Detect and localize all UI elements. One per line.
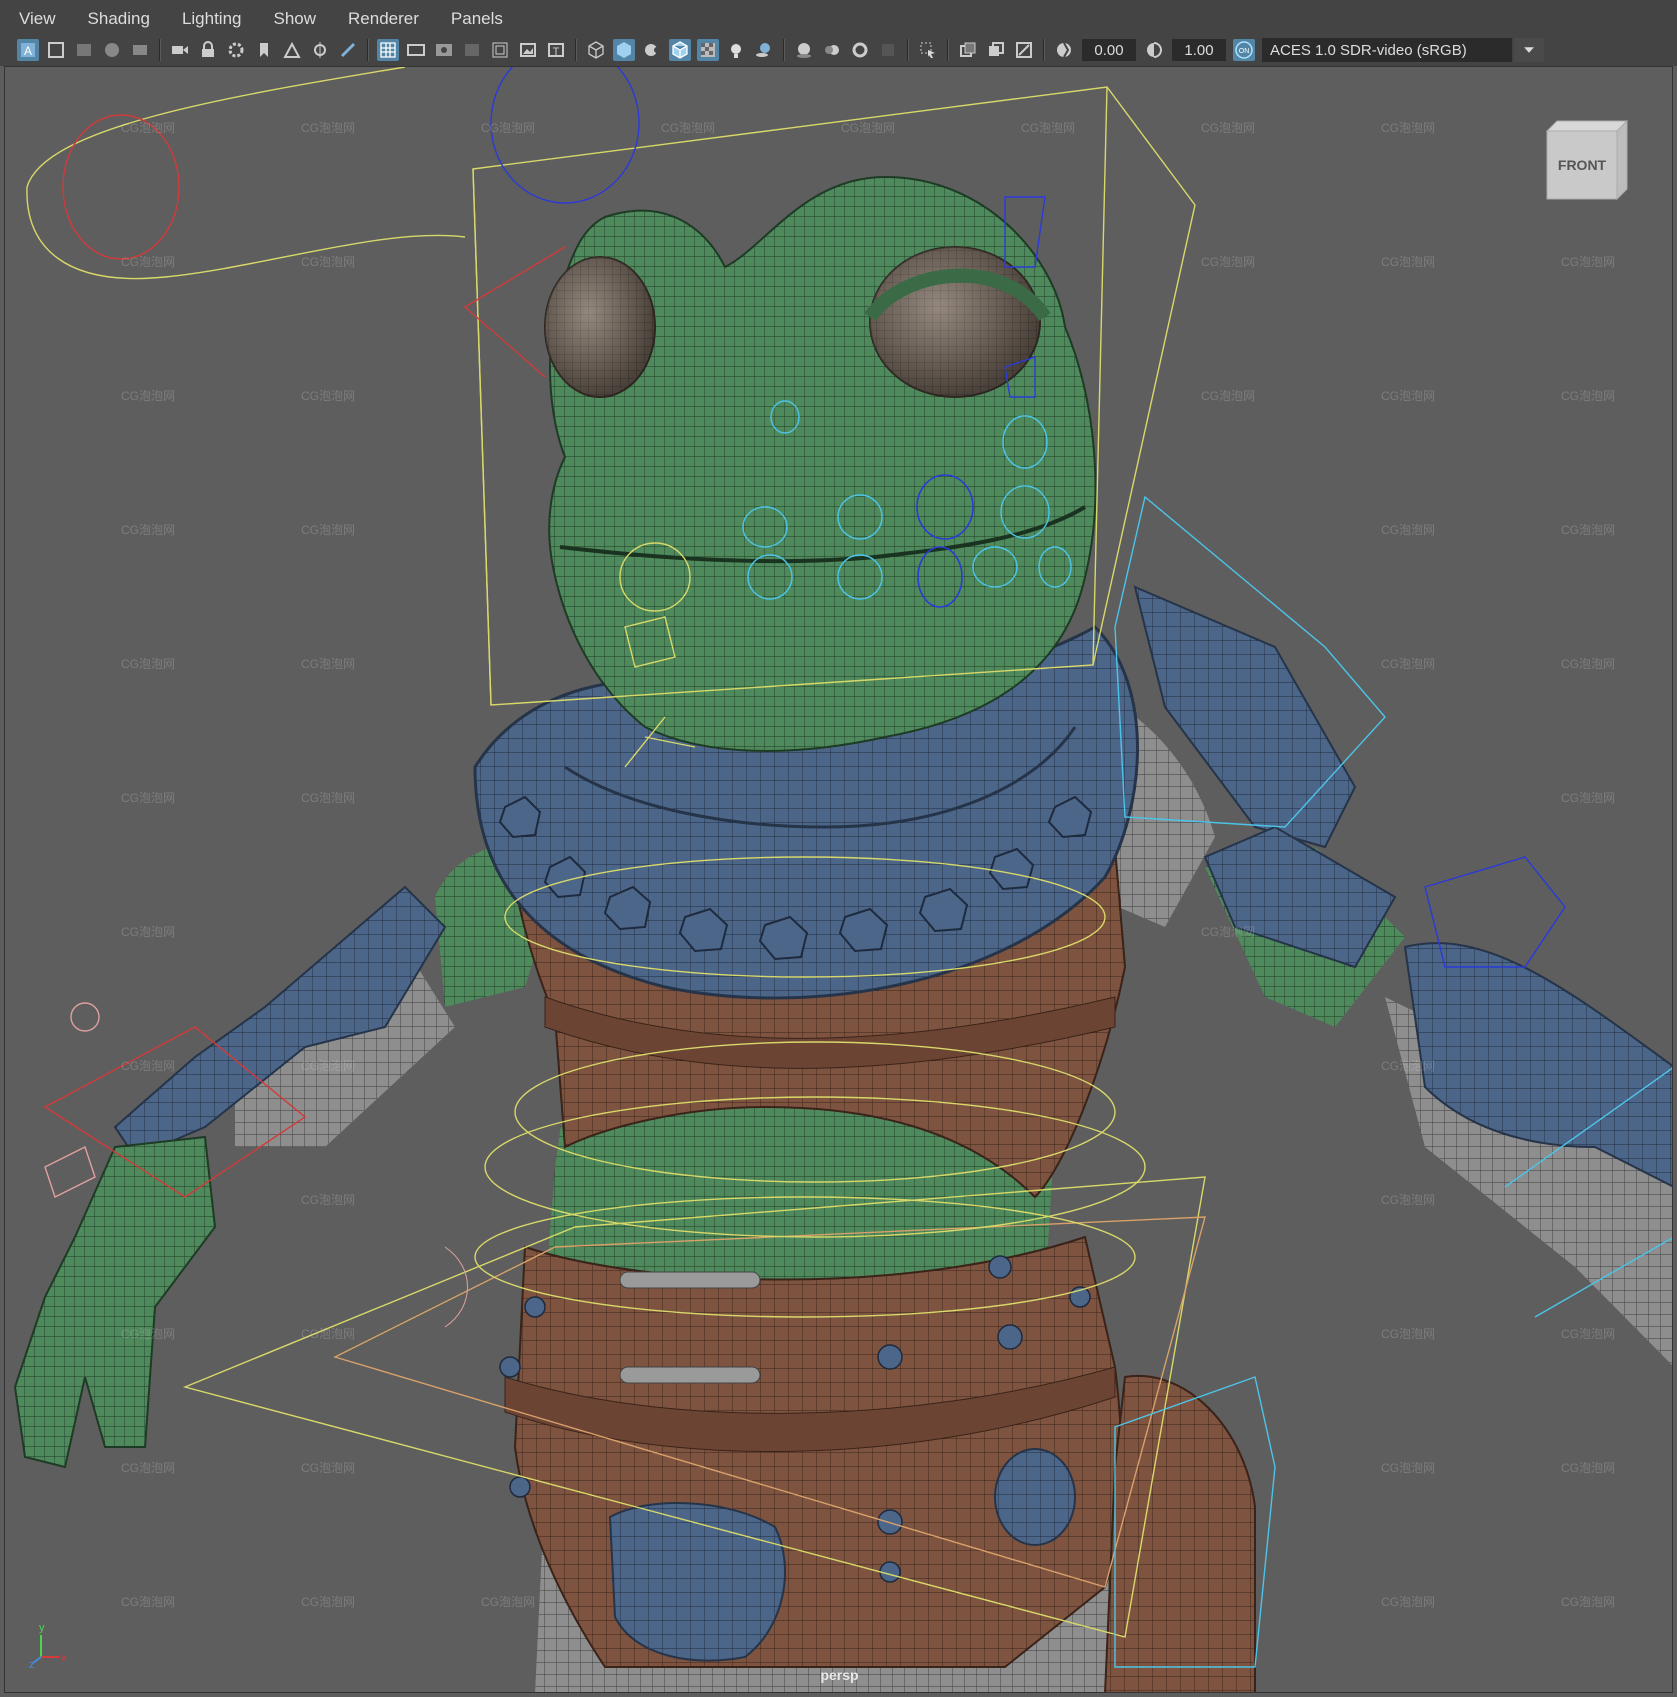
anti-aliasing-icon[interactable] <box>849 39 871 61</box>
toolbar-separator <box>575 39 577 61</box>
xray-joints-icon[interactable] <box>957 39 979 61</box>
bookmark-icon[interactable] <box>73 39 95 61</box>
use-default-material-icon[interactable] <box>641 39 663 61</box>
toolbar-separator <box>159 39 161 61</box>
shadows-icon[interactable] <box>753 39 775 61</box>
menu-view[interactable]: View <box>0 9 69 29</box>
menu-show[interactable]: Show <box>255 9 330 29</box>
resolution-gate-icon[interactable] <box>433 39 455 61</box>
color-space-select[interactable]: ACES 1.0 SDR-video (sRGB) <box>1262 38 1512 62</box>
view-cube[interactable]: FRONT <box>1541 117 1633 209</box>
gate-mask-icon[interactable] <box>461 39 483 61</box>
color-management-icon[interactable]: ON <box>1233 39 1255 61</box>
grease-pencil-icon[interactable] <box>337 39 359 61</box>
toolbar-separator <box>1043 39 1045 61</box>
toolbar-separator <box>907 39 909 61</box>
camera-name-label: persp <box>820 1667 859 1683</box>
menu-renderer[interactable]: Renderer <box>329 9 432 29</box>
backface-culling-icon[interactable] <box>1013 39 1035 61</box>
axis-y-label: y <box>39 1622 45 1634</box>
pan-zoom-icon[interactable] <box>309 39 331 61</box>
safe-title-icon[interactable]: T <box>545 39 567 61</box>
scene-canvas[interactable] <box>5 67 1673 1693</box>
camera-attributes-icon[interactable] <box>45 39 67 61</box>
perspective-viewport[interactable]: CG泡泡网 CG泡泡网 CG泡泡网 CG泡泡网 CG泡泡网 CG泡泡网 CG泡泡… <box>4 66 1673 1693</box>
lighting-icon[interactable] <box>725 39 747 61</box>
bookmark-flag-icon[interactable] <box>253 39 275 61</box>
chevron-down-icon[interactable] <box>1514 38 1544 62</box>
axis-x-label: x <box>61 1652 67 1664</box>
gamma-field[interactable]: 1.00 <box>1172 39 1226 61</box>
image-plane-icon[interactable] <box>101 39 123 61</box>
view-cube-face-label: FRONT <box>1558 157 1607 173</box>
axis-indicator: y z x <box>29 1622 67 1669</box>
menu-lighting[interactable]: Lighting <box>163 9 255 29</box>
panel-toolbar: A T 0.00 1.00 ON ACES 1.0 SDR-video (sRG… <box>0 34 1677 66</box>
grid-icon[interactable] <box>377 39 399 61</box>
panel-menubar: View Shading Lighting Show Renderer Pane… <box>0 0 1677 38</box>
image-plane-toggle-icon[interactable] <box>281 39 303 61</box>
movie-camera-icon[interactable] <box>169 39 191 61</box>
safe-action-icon[interactable] <box>517 39 539 61</box>
xray-active-icon[interactable] <box>985 39 1007 61</box>
maya-viewport-window: View Shading Lighting Show Renderer Pane… <box>0 0 1677 1697</box>
smooth-shade-icon[interactable] <box>613 39 635 61</box>
depth-of-field-icon[interactable] <box>877 39 899 61</box>
screen-space-ao-icon[interactable] <box>793 39 815 61</box>
exposure-field[interactable]: 0.00 <box>1082 39 1136 61</box>
gamma-icon[interactable] <box>1143 39 1165 61</box>
menu-panels[interactable]: Panels <box>432 9 516 29</box>
2d-pan-zoom-icon[interactable] <box>129 39 151 61</box>
isolate-select-icon[interactable] <box>917 39 939 61</box>
film-gate-icon[interactable] <box>405 39 427 61</box>
toolbar-separator <box>783 39 785 61</box>
toolbar-separator <box>367 39 369 61</box>
svg-text:T: T <box>553 46 560 58</box>
toolbar-separator <box>947 39 949 61</box>
wireframe-on-shaded-icon[interactable] <box>669 39 691 61</box>
field-chart-icon[interactable] <box>489 39 511 61</box>
menu-shading[interactable]: Shading <box>69 9 163 29</box>
color-management-toggle-label: ON <box>1239 48 1250 55</box>
wireframe-icon[interactable] <box>585 39 607 61</box>
svg-text:A: A <box>24 44 32 58</box>
exposure-icon[interactable] <box>1053 39 1075 61</box>
select-camera-icon[interactable]: A <box>17 39 39 61</box>
lock-camera-icon[interactable] <box>197 39 219 61</box>
xray-icon[interactable] <box>697 39 719 61</box>
camera-gear-icon[interactable] <box>225 39 247 61</box>
motion-blur-icon[interactable] <box>821 39 843 61</box>
